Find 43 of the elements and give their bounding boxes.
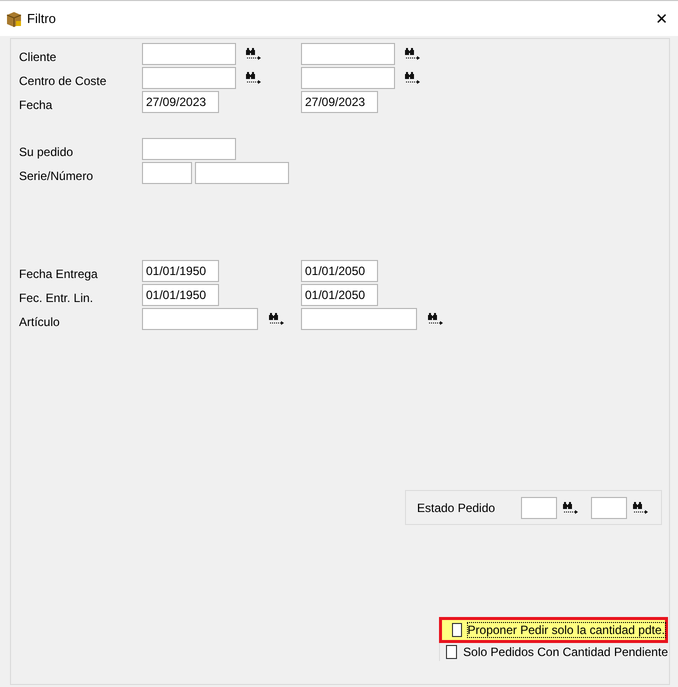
input-field[interactable] [301,308,417,330]
field-label: Estado Pedido [417,500,496,514]
input-field[interactable] [142,66,236,88]
input-field[interactable] [591,496,627,518]
input-field[interactable]: 27/09/2023 [301,90,378,112]
input-field[interactable] [142,162,192,184]
binoculars-icon[interactable] [246,70,262,84]
binoculars-icon[interactable] [633,500,649,514]
checkbox-label: Proponer Pedir solo la cantidad pdte. [468,623,665,637]
input-field[interactable]: 01/01/2050 [301,260,378,282]
binoculars-icon[interactable] [269,312,285,326]
field-label: Fec. Entr. Lin. [19,290,94,304]
checkbox-row[interactable]: Solo Pedidos Con Cantidad Pendiente [439,643,668,661]
input-field[interactable]: 01/01/1950 [142,284,219,306]
input-field[interactable] [142,138,236,160]
field-label: Artículo [19,314,61,328]
input-field[interactable]: 01/01/2050 [301,284,378,306]
checkbox-row[interactable]: Proponer Pedir solo la cantidad pdte. [439,617,668,643]
field-label: Fecha [19,96,54,112]
binoculars-icon[interactable] [405,46,421,60]
input-field[interactable] [142,42,236,64]
checkbox[interactable] [446,645,458,659]
input-field[interactable]: 27/09/2023 [142,90,219,112]
binoculars-icon[interactable] [563,500,579,514]
binoculars-icon[interactable] [246,46,262,60]
input-field[interactable] [195,162,289,184]
field-label: Cliente [19,48,58,64]
field-label: Centro de Coste [19,72,108,88]
input-field[interactable] [301,42,395,64]
input-field[interactable] [521,496,557,518]
checkbox-label: Solo Pedidos Con Cantidad Pendiente [463,645,668,659]
input-field[interactable]: 01/01/1950 [142,260,219,282]
binoculars-icon[interactable] [428,312,444,326]
field-label: Serie/Número [19,168,94,182]
box-icon [6,10,22,26]
window-title: Filtro [27,11,57,26]
close-button[interactable]: ✕ [651,10,672,28]
field-label: Fecha Entrega [19,266,99,280]
binoculars-icon[interactable] [405,70,421,84]
input-field[interactable] [301,66,395,88]
field-label: Su pedido [19,144,74,158]
checkbox[interactable] [452,623,462,637]
input-field[interactable] [142,308,258,330]
